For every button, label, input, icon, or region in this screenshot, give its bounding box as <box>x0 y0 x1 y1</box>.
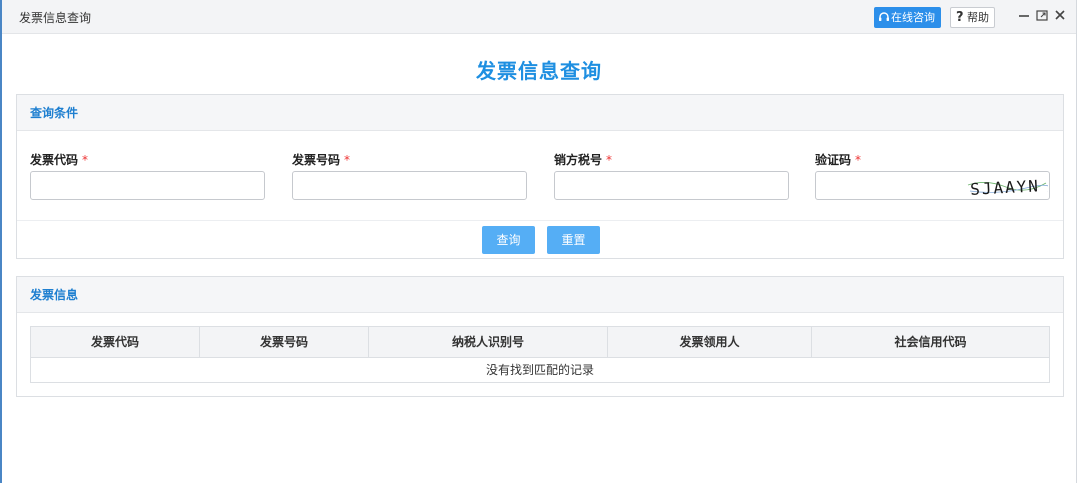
app-window: 发票信息查询 在线咨询 ? 帮助 发票信息查询 查询条件 发票代码 * 发票号码… <box>0 0 1077 483</box>
title-bar: 发票信息查询 在线咨询 ? 帮助 <box>2 0 1076 34</box>
page-title: 发票信息查询 <box>476 59 602 83</box>
online-consult-label: 在线咨询 <box>891 11 935 24</box>
online-consult-button[interactable]: 在线咨询 <box>874 7 941 28</box>
required-mark: * <box>82 153 89 167</box>
query-panel-title: 查询条件 <box>17 95 1063 131</box>
invoice-code-label: 发票代码 * <box>30 153 89 167</box>
column-header-taxpayer-id[interactable]: 纳税人识别号 <box>369 327 608 357</box>
empty-message: 没有找到匹配的记录 <box>485 363 594 377</box>
question-icon: ? <box>956 10 964 25</box>
maximize-icon <box>1036 10 1048 21</box>
required-mark: * <box>855 153 862 167</box>
maximize-button[interactable] <box>1034 8 1050 26</box>
captcha-text: SJAAYN <box>970 176 1041 198</box>
column-header-invoice-number[interactable]: 发票号码 <box>200 327 369 357</box>
window-title: 发票信息查询 <box>19 11 92 25</box>
column-header-invoice-code[interactable]: 发票代码 <box>31 327 200 357</box>
seller-tax-id-label: 销方税号 * <box>554 153 613 167</box>
invoice-info-title: 发票信息 <box>17 277 1063 313</box>
table-header: 发票代码 发票号码 纳税人识别号 发票领用人 社会信用代码 <box>31 327 1049 358</box>
close-button[interactable] <box>1052 8 1068 26</box>
captcha-input[interactable] <box>816 172 966 199</box>
close-icon <box>1055 10 1065 20</box>
captcha-image[interactable]: SJAAYN <box>966 173 1048 198</box>
column-header-credit-code[interactable]: 社会信用代码 <box>812 327 1049 357</box>
invoice-number-input[interactable] <box>292 171 527 200</box>
query-panel: 查询条件 发票代码 * 发票号码 * 销方税号 * 验证码 * SJAAYN 查询 <box>16 94 1064 259</box>
help-button[interactable]: ? 帮助 <box>950 7 995 28</box>
invoice-info-panel: 发票信息 发票代码 发票号码 纳税人识别号 发票领用人 社会信用代码 没有找到匹… <box>16 276 1064 397</box>
help-label: 帮助 <box>967 11 989 24</box>
invoice-code-input[interactable] <box>30 171 265 200</box>
captcha-field: SJAAYN <box>815 171 1050 200</box>
minimize-icon <box>1019 15 1029 17</box>
reset-button[interactable]: 重置 <box>547 226 600 254</box>
query-button-row: 查询 重置 <box>17 220 1063 258</box>
minimize-button[interactable] <box>1016 8 1032 26</box>
invoice-table: 发票代码 发票号码 纳税人识别号 发票领用人 社会信用代码 没有找到匹配的记录 <box>30 326 1050 383</box>
search-button[interactable]: 查询 <box>482 226 535 254</box>
required-mark: * <box>344 153 351 167</box>
headset-icon <box>879 12 889 21</box>
captcha-label: 验证码 * <box>815 153 862 167</box>
required-mark: * <box>606 153 613 167</box>
column-header-invoice-recipient[interactable]: 发票领用人 <box>608 327 812 357</box>
seller-tax-id-input[interactable] <box>554 171 789 200</box>
invoice-number-label: 发票号码 * <box>292 153 351 167</box>
